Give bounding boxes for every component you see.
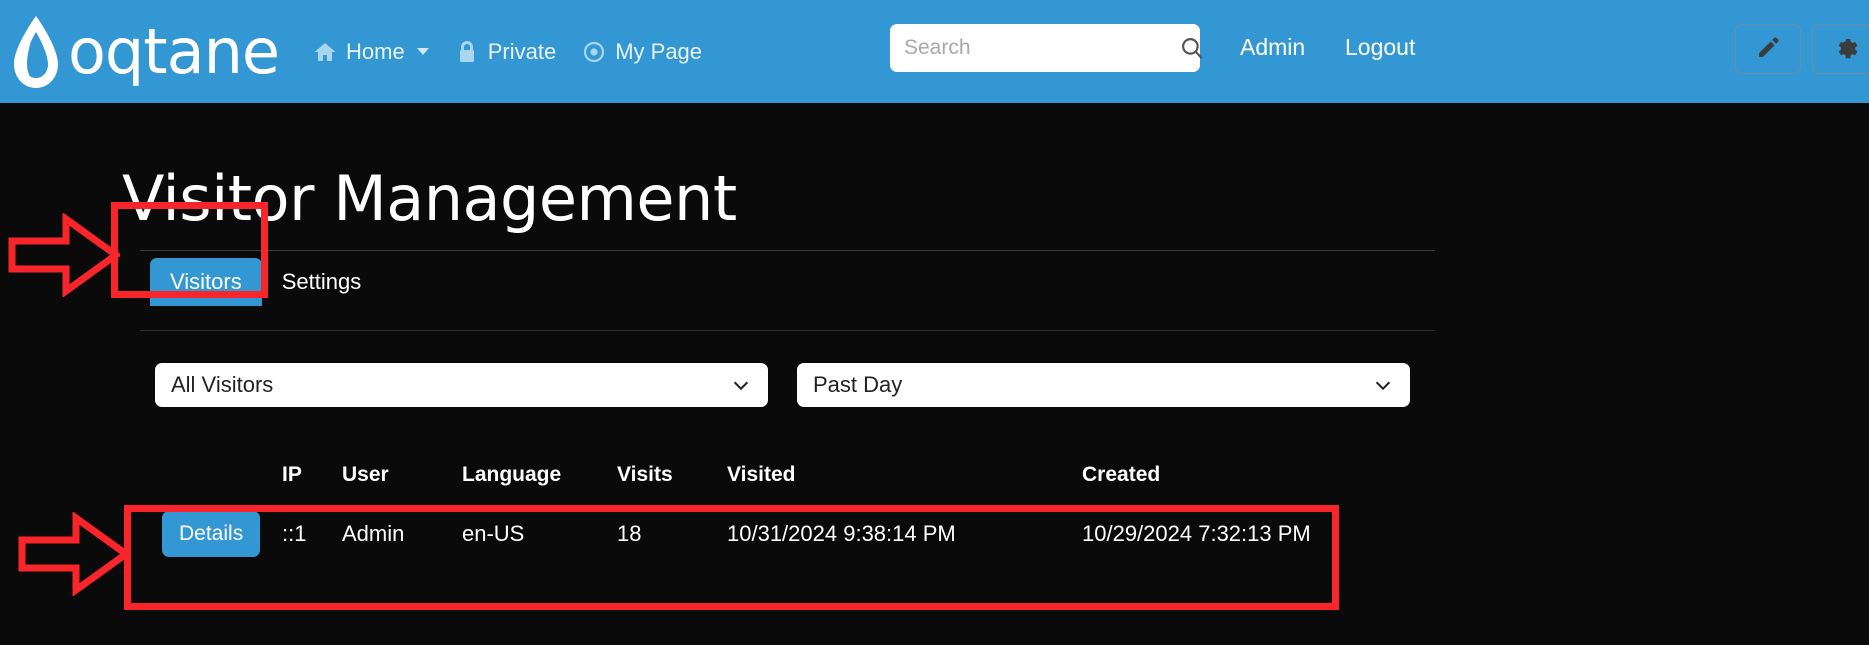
- brand-name: oqtane: [68, 14, 280, 88]
- edit-button[interactable]: [1735, 24, 1801, 74]
- column-header-ip: IP: [282, 463, 302, 486]
- nav-item-home-label: Home: [346, 38, 405, 64]
- column-header-created: Created: [1082, 463, 1161, 486]
- search-button[interactable]: [1177, 35, 1207, 61]
- nav-item-my-page-label: My Page: [615, 38, 703, 64]
- cell-visited: 10/31/2024 9:38:14 PM: [727, 521, 956, 546]
- tabs-top-divider: [140, 250, 1435, 251]
- tabs-highlight-arrow: [8, 213, 120, 297]
- home-icon: [313, 40, 337, 64]
- period-filter-select[interactable]: Past Day: [797, 363, 1410, 407]
- table-header-row: IP User Language Visits Visited Created: [150, 455, 1590, 495]
- visitors-table: IP User Language Visits Visited Created …: [150, 455, 1590, 573]
- app-window: oqtane Home Private My Page Search Admin…: [0, 0, 1869, 645]
- chevron-down-icon: [1372, 374, 1394, 396]
- lock-icon: [455, 40, 479, 64]
- column-header-user: User: [342, 463, 389, 486]
- nav-item-my-page[interactable]: My Page: [582, 39, 702, 65]
- primary-nav: Home Private My Page: [313, 39, 702, 65]
- nav-item-home[interactable]: Home: [313, 39, 429, 65]
- tab-settings[interactable]: Settings: [262, 258, 382, 306]
- site-header: oqtane Home Private My Page Search Admin…: [0, 0, 1869, 103]
- cell-user: Admin: [342, 521, 405, 546]
- table-row: Details ::1 Admin en-US 18 10/31/2024 9:…: [150, 495, 1590, 573]
- nav-item-private[interactable]: Private: [455, 39, 556, 65]
- chevron-down-icon: [730, 374, 752, 396]
- nav-item-private-label: Private: [487, 38, 557, 64]
- column-header-visited: Visited: [727, 463, 796, 486]
- tab-visitors[interactable]: Visitors: [150, 258, 262, 306]
- page-title: Visitor Management: [122, 161, 737, 235]
- tabs-bottom-divider: [140, 330, 1435, 331]
- cell-created: 10/29/2024 7:32:13 PM: [1082, 521, 1311, 546]
- search-input[interactable]: [902, 35, 1177, 61]
- brand-logo[interactable]: oqtane: [10, 0, 280, 103]
- search-box[interactable]: [890, 24, 1203, 72]
- admin-link[interactable]: Admin: [1240, 34, 1305, 61]
- settings-button[interactable]: [1812, 24, 1869, 74]
- chevron-down-icon: [416, 48, 429, 55]
- column-header-visits: Visits: [617, 463, 673, 486]
- visitor-row-highlight-arrow: [18, 512, 130, 596]
- details-button[interactable]: Details: [162, 511, 261, 557]
- gear-icon: [1832, 34, 1859, 64]
- logout-link[interactable]: Logout: [1345, 34, 1415, 61]
- cell-visits: 18: [617, 521, 642, 546]
- period-filter-value: Past Day: [813, 372, 903, 397]
- tab-bar: Visitors Settings: [150, 258, 381, 306]
- column-header-language: Language: [462, 463, 562, 486]
- pencil-icon: [1756, 35, 1781, 63]
- visitor-filter-select[interactable]: All Visitors: [155, 363, 768, 407]
- cell-language: en-US: [462, 521, 525, 546]
- target-icon: [582, 40, 606, 64]
- water-drop-icon: [14, 15, 58, 88]
- visitor-filter-value: All Visitors: [171, 372, 274, 397]
- cell-ip: ::1: [282, 521, 307, 546]
